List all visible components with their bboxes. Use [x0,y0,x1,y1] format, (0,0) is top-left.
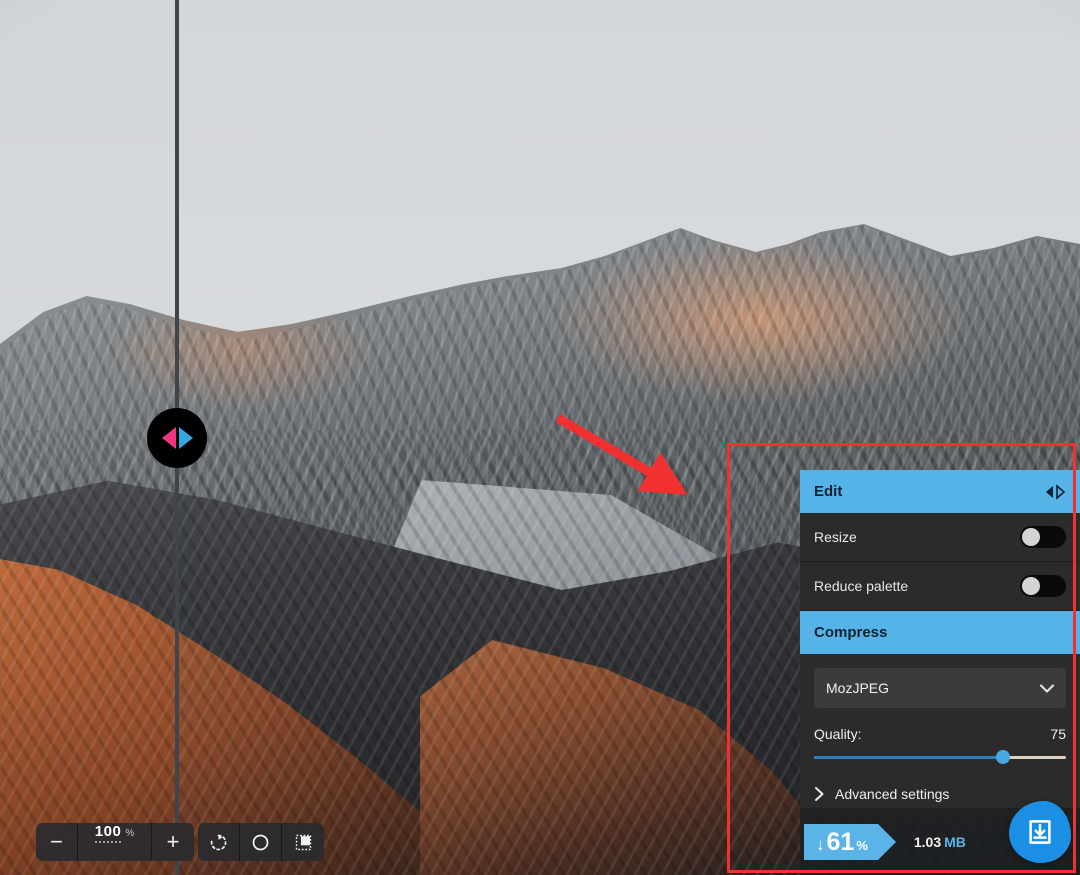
toggle-background-button[interactable] [282,823,324,861]
quality-slider[interactable] [814,750,1066,764]
arrow-left-icon [161,427,176,449]
compress-section-body: MozJPEG Quality: 75 Advanced settings [800,654,1080,820]
compress-section-header[interactable]: Compress [800,611,1080,654]
advanced-settings-toggle[interactable]: Advanced settings [814,786,1066,802]
download-button[interactable] [1009,801,1071,863]
options-panel: Edit Resize Reduce palette Compress MozJ… [800,470,1080,820]
view-toolbar [198,823,324,861]
edit-section-title: Edit [814,483,843,500]
quality-slider-thumb[interactable] [996,750,1010,764]
zoom-in-button[interactable]: + [152,823,194,861]
reduce-palette-row[interactable]: Reduce palette [800,562,1080,611]
chevron-right-icon [815,787,824,801]
size-reduction-unit: % [856,837,868,853]
output-filesize: 1.03 MB [914,834,966,850]
expand-collapse-icon [1046,483,1066,500]
toggle-original-button[interactable] [240,823,282,861]
reduce-palette-toggle-knob [1022,577,1040,595]
reduce-palette-label: Reduce palette [814,578,909,594]
squoosh-app: − 100 % + Edit Resize Reduce palette Com… [0,0,1080,875]
zoom-in-label: + [166,829,180,854]
download-icon [1029,820,1051,844]
down-arrow-icon: ↓ [816,834,825,854]
resize-row[interactable]: Resize [800,513,1080,562]
size-reduction-badge: ↓ 61 % [804,823,896,860]
compress-section-title: Compress [814,624,888,641]
quality-header: Quality: 75 [814,726,1066,742]
panel-toggle-icon[interactable] [1044,483,1066,500]
zoom-toolbar: − 100 % + [36,823,194,861]
circle-icon [252,834,269,850]
output-filesize-value: 1.03 [913,833,942,850]
split-view-handle[interactable] [147,408,207,468]
edit-section-header[interactable]: Edit [800,470,1080,513]
quality-label: Quality: [814,726,862,742]
zoom-out-button[interactable]: − [36,823,78,861]
background-toggle-icon [295,834,311,850]
arrow-right-icon [178,427,193,449]
resize-toggle-knob [1022,528,1040,546]
codec-select-wrap: MozJPEG [814,668,1066,708]
advanced-settings-label: Advanced settings [835,786,950,802]
size-reduction-value: 61 [826,827,855,856]
reduce-palette-toggle[interactable] [1020,575,1066,597]
resize-label: Resize [814,529,857,545]
rotate-button[interactable] [198,823,240,861]
rotate-icon [210,834,227,850]
zoom-level-input[interactable]: 100 % [78,823,152,861]
quality-value: 75 [1050,726,1066,742]
resize-toggle[interactable] [1020,526,1066,548]
zoom-out-label: − [50,829,63,854]
zoom-percent-label: % [125,828,135,839]
codec-select[interactable]: MozJPEG [814,668,1066,708]
codec-select-value: MozJPEG [826,680,890,696]
quality-slider-fill [814,756,1003,759]
output-filesize-unit: MB [944,833,966,850]
zoom-level-value: 100 [94,823,122,843]
